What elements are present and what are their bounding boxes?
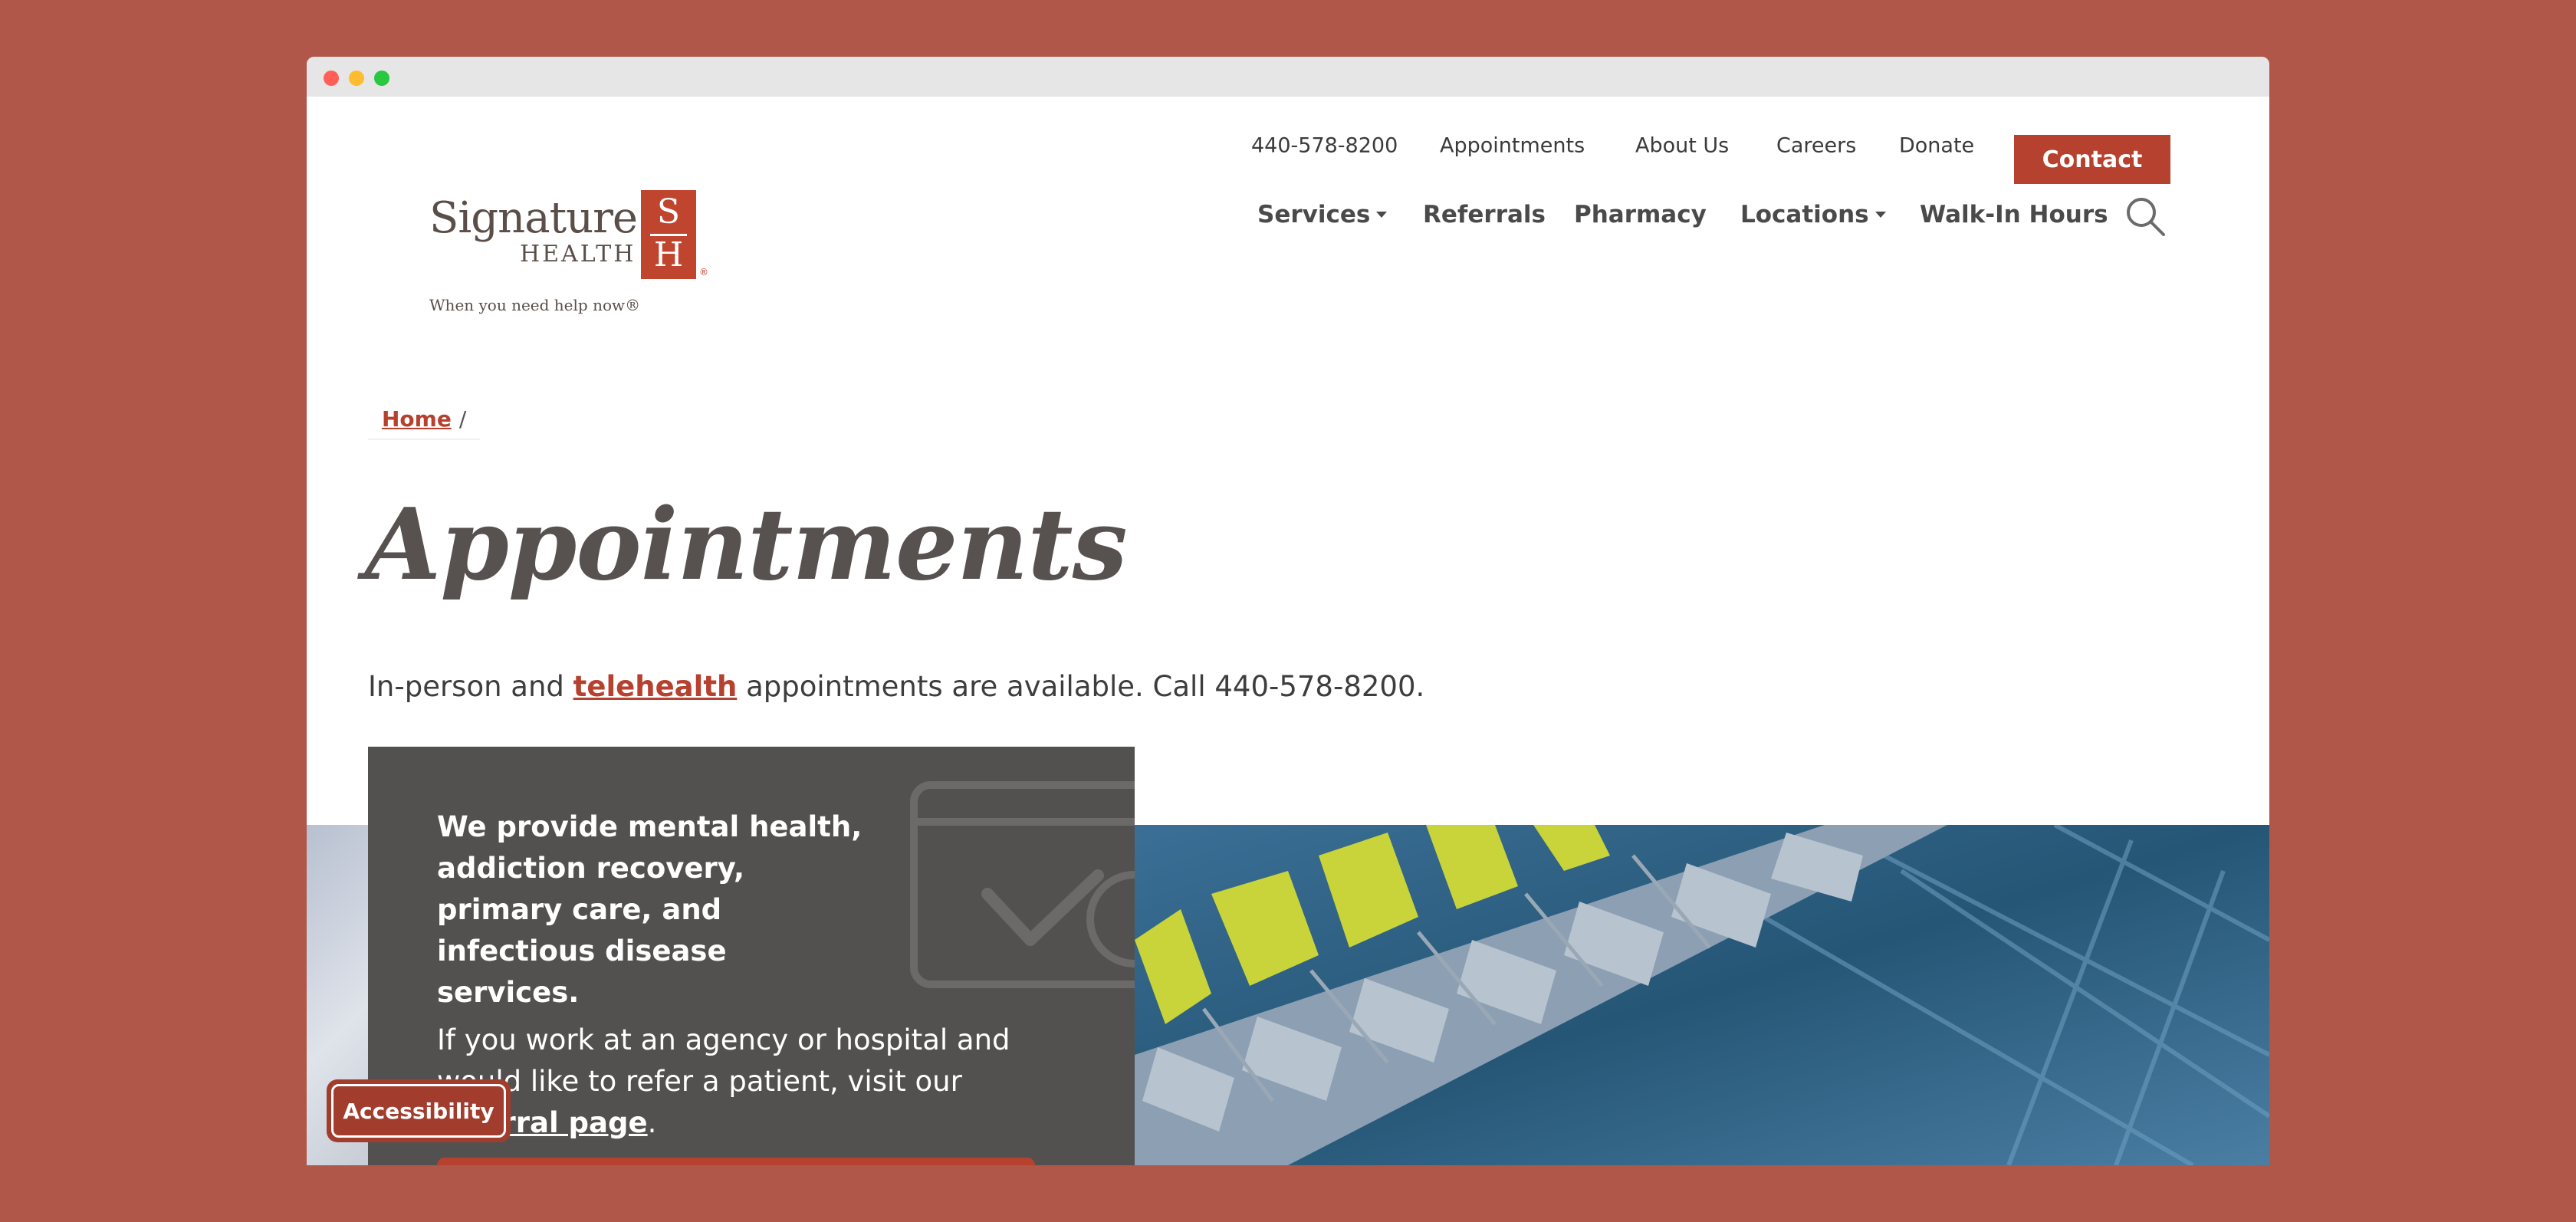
- nav-item-pharmacy[interactable]: Pharmacy: [1574, 201, 1707, 228]
- card-body-text: If you work at an agency or hospital and…: [437, 1023, 1010, 1098]
- minimize-window-icon[interactable]: [349, 71, 364, 86]
- card-body: If you work at an agency or hospital and…: [437, 1020, 1020, 1144]
- card-body-end: .: [647, 1106, 657, 1139]
- breadcrumb-home-link[interactable]: Home: [382, 406, 452, 432]
- page-title: Appointments: [365, 488, 1128, 603]
- maximize-window-icon[interactable]: [374, 71, 389, 86]
- nav-item-walk-in-hours[interactable]: Walk-In Hours: [1920, 201, 2108, 228]
- utility-link-donate[interactable]: Donate: [1899, 134, 1974, 158]
- close-window-icon[interactable]: [324, 71, 339, 86]
- utility-link-appointments[interactable]: Appointments: [1440, 134, 1585, 158]
- caret-down-icon: [1376, 212, 1388, 218]
- nav-item-label: Services: [1257, 201, 1371, 228]
- logo-mark-letter: H: [653, 235, 684, 274]
- search-icon[interactable]: [2124, 195, 2167, 238]
- logo-mark-icon: S H: [641, 190, 696, 279]
- logo-tagline: When you need help now®: [429, 296, 641, 314]
- nav-item-locations[interactable]: Locations: [1740, 201, 1886, 228]
- logo-registered-mark: ®: [699, 267, 708, 278]
- intro-text: In-person and telehealth appointments ar…: [368, 670, 1424, 703]
- nav-item-referrals[interactable]: Referrals: [1423, 201, 1546, 228]
- breadcrumb: Home /: [368, 399, 481, 440]
- waiting-room-chairs-image: [1135, 825, 2269, 1165]
- utility-phone-link[interactable]: 440-578-8200: [1251, 134, 1398, 158]
- intro-text-end: appointments are available. Call 440-578…: [737, 670, 1425, 703]
- utility-link-careers[interactable]: Careers: [1776, 134, 1856, 158]
- contact-button[interactable]: Contact: [2014, 135, 2170, 184]
- accessibility-button[interactable]: Accessibility: [327, 1079, 511, 1142]
- intro-text-start: In-person and: [368, 670, 573, 703]
- telehealth-link[interactable]: telehealth: [573, 670, 738, 703]
- window-titlebar: [307, 57, 2269, 97]
- utility-link-about-us[interactable]: About Us: [1635, 134, 1729, 158]
- breadcrumb-separator: /: [458, 406, 467, 432]
- nav-item-label: Locations: [1740, 201, 1869, 228]
- logo-wordmark: Signature: [429, 193, 638, 243]
- accessibility-button-label: Accessibility: [331, 1084, 506, 1138]
- site-logo[interactable]: Signature HEALTH S H ® When you need hel…: [429, 133, 721, 317]
- caret-down-icon: [1875, 212, 1886, 218]
- card-heading: We provide mental health, addiction reco…: [437, 810, 863, 1009]
- nav-item-label: Walk-In Hours: [1920, 201, 2108, 228]
- browser-window: Signature HEALTH S H ® When you need hel…: [307, 57, 2269, 1165]
- nav-item-services[interactable]: Services: [1257, 201, 1388, 228]
- logo-wordmark-sub: HEALTH: [520, 241, 636, 268]
- logo-mark-letter: S: [656, 192, 681, 232]
- nav-item-label: Pharmacy: [1574, 201, 1707, 228]
- nav-item-label: Referrals: [1423, 201, 1546, 228]
- card-button-edge[interactable]: [437, 1158, 1035, 1165]
